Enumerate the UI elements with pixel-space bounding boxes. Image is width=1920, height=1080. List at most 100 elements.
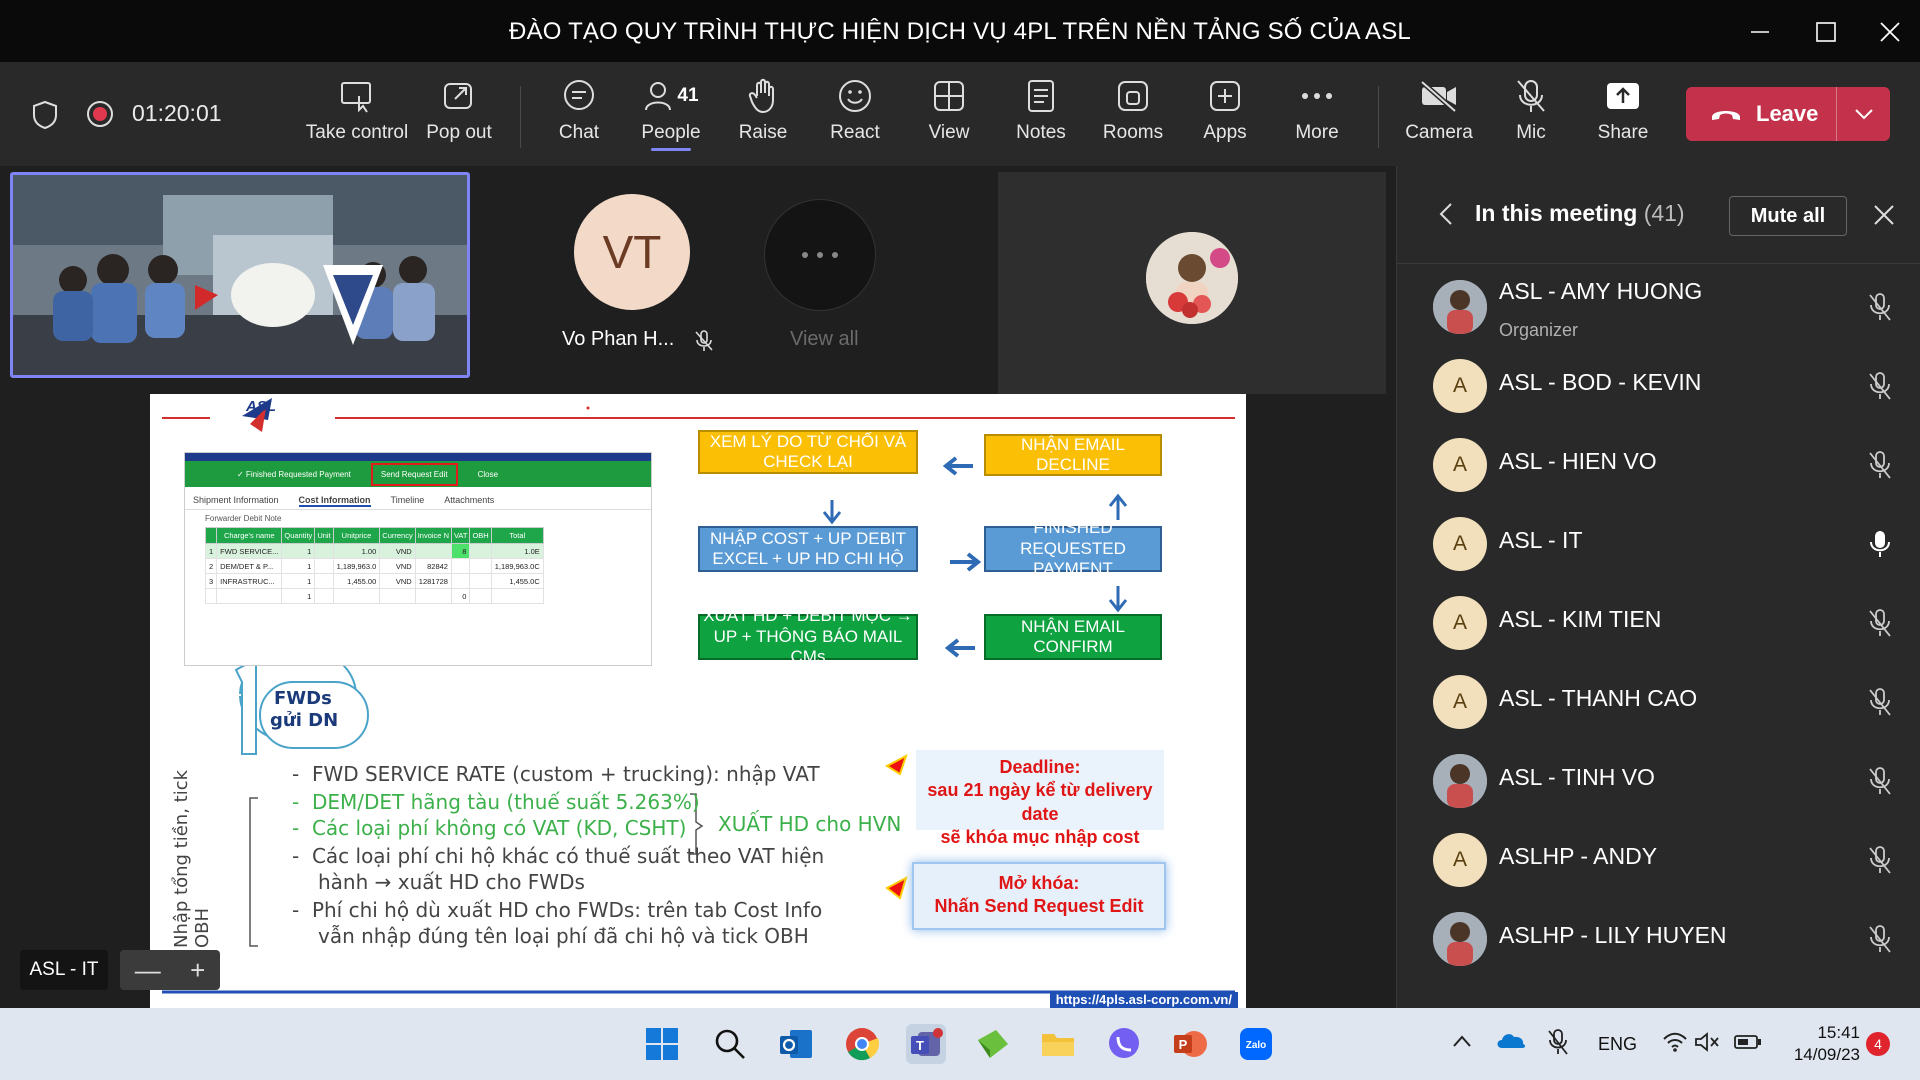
powerpoint-icon: P — [1174, 1031, 1207, 1057]
video-feed-room[interactable] — [10, 172, 470, 378]
participant-row[interactable]: ASLHP - LILY HUYEN — [1397, 900, 1920, 979]
organizer-avatar — [1146, 232, 1238, 324]
hang-up-icon — [1712, 111, 1740, 120]
tray-mic-off-icon[interactable] — [1546, 1028, 1570, 1061]
mic-on-icon[interactable] — [1867, 529, 1893, 564]
green-app[interactable] — [972, 1024, 1012, 1064]
security-shield-icon[interactable] — [32, 100, 58, 135]
mic-off-icon[interactable] — [1867, 371, 1893, 406]
camera-button[interactable]: Camera — [1394, 76, 1484, 156]
mock-table-cell — [314, 588, 334, 604]
speaker-muted-icon[interactable] — [1694, 1032, 1720, 1057]
take-control-icon — [341, 82, 371, 113]
step-line1: FWDs — [274, 688, 332, 709]
search-button[interactable] — [710, 1024, 750, 1064]
rooms-button[interactable]: Rooms — [1088, 76, 1178, 156]
take-control-button[interactable]: Take control — [306, 76, 408, 156]
view-all-label: View all — [790, 328, 859, 350]
people-button[interactable]: 41 People — [626, 76, 716, 156]
mock-table-cell — [314, 558, 334, 574]
leave-options-button[interactable] — [1837, 87, 1890, 141]
window-title: ĐÀO TẠO QUY TRÌNH THỰC HIỆN DỊCH VỤ 4PL … — [509, 18, 1411, 45]
file-explorer-app[interactable] — [1038, 1024, 1078, 1064]
view-button[interactable]: View — [904, 76, 994, 156]
raise-hand-button[interactable]: Raise — [718, 76, 808, 156]
chat-icon — [564, 80, 594, 110]
mic-off-icon[interactable] — [1867, 450, 1893, 485]
mic-off-icon[interactable] — [1867, 766, 1893, 801]
share-button[interactable]: Share — [1578, 76, 1668, 156]
video-tile-organizer[interactable] — [998, 172, 1386, 394]
wifi-icon[interactable] — [1662, 1032, 1688, 1057]
outlook-app[interactable] — [776, 1024, 816, 1064]
pop-out-button[interactable]: Pop out — [414, 76, 504, 156]
apps-button[interactable]: Apps — [1180, 76, 1270, 156]
participant-row[interactable]: A ASL - BOD - KEVIN — [1397, 347, 1920, 426]
leave-button-group: Leave — [1686, 87, 1890, 141]
close-window-button[interactable] — [1870, 12, 1910, 52]
mic-off-icon[interactable] — [1867, 845, 1893, 880]
participant-row[interactable]: A ASLHP - ANDY — [1397, 821, 1920, 900]
powerpoint-app[interactable]: P — [1170, 1024, 1210, 1064]
mock-table-row: 10 — [204, 588, 544, 604]
flow-box-nhap-cost: NHẬP COST + UP DEBIT EXCEL + UP HD CHI H… — [698, 526, 918, 572]
zoom-out-button[interactable]: — — [135, 955, 161, 986]
chat-button[interactable]: Chat — [534, 76, 624, 156]
mock-table-cell: 1281728 — [414, 573, 452, 589]
close-panel-button[interactable] — [1873, 204, 1895, 231]
zalo-app[interactable]: Zalo — [1236, 1024, 1276, 1064]
react-button[interactable]: React — [810, 76, 900, 156]
mic-off-icon[interactable] — [1867, 292, 1893, 327]
deadline-callout: Deadline: sau 21 ngày kể từ delivery dat… — [916, 750, 1164, 847]
camera-off-icon — [1420, 80, 1457, 113]
mock-table-cell — [379, 588, 416, 604]
mic-off-icon[interactable] — [1867, 687, 1893, 722]
presenter-label: ASL - IT — [20, 950, 108, 990]
add-app-icon — [1210, 81, 1240, 111]
input-language[interactable]: ENG — [1598, 1034, 1637, 1055]
participant-avatar-vt[interactable]: VT — [574, 194, 690, 310]
tray-overflow-icon[interactable] — [1452, 1034, 1472, 1053]
people-count: 41 — [677, 85, 699, 106]
maximize-button[interactable] — [1806, 12, 1846, 52]
mock-table-cell: 1 — [281, 573, 316, 589]
chevron-down-icon — [1854, 109, 1873, 120]
asl-logo: ASL — [246, 398, 276, 415]
viber-app[interactable] — [1104, 1024, 1144, 1064]
teams-app[interactable]: T — [906, 1024, 946, 1064]
avatar: A — [1433, 517, 1487, 571]
participant-row[interactable]: A ASL - HIEN VO — [1397, 426, 1920, 505]
minimize-button[interactable] — [1740, 12, 1780, 52]
mute-all-button[interactable]: Mute all — [1729, 196, 1847, 236]
participant-row[interactable]: ASL - AMY HUONG Organizer — [1397, 268, 1920, 347]
more-button[interactable]: More — [1272, 76, 1362, 156]
mock-table-cell: INFRASTRUC... — [216, 573, 283, 589]
system-clock[interactable]: 15:41 14/09/23 — [1780, 1022, 1860, 1066]
mock-table-header-cell: VAT — [450, 527, 471, 544]
chrome-app[interactable] — [842, 1024, 882, 1064]
mock-table-cell: 0 — [450, 588, 471, 604]
mock-table-cell — [490, 588, 544, 604]
participant-row[interactable]: A ASL - IT — [1397, 505, 1920, 584]
notes-button[interactable]: Notes — [996, 76, 1086, 156]
chevron-left-icon — [1439, 203, 1452, 225]
onedrive-icon[interactable] — [1496, 1030, 1526, 1055]
bullet-5-cont: vẫn nhập đúng tên loại phí đã chi hộ và … — [318, 924, 809, 948]
mic-off-icon[interactable] — [1867, 924, 1893, 959]
back-button[interactable] — [1439, 202, 1453, 231]
mic-button[interactable]: Mic — [1486, 76, 1576, 156]
mock-table-cell: 8 — [450, 543, 471, 559]
leave-button[interactable]: Leave — [1686, 87, 1836, 141]
notification-badge[interactable]: 4 — [1866, 1032, 1890, 1056]
participant-row[interactable]: ASL - TINH VO — [1397, 742, 1920, 821]
battery-icon[interactable] — [1734, 1034, 1762, 1055]
participant-row[interactable]: A ASL - THANH CAO — [1397, 663, 1920, 742]
mic-off-icon[interactable] — [1867, 608, 1893, 643]
mock-table-cell: 1 — [281, 558, 316, 574]
start-button[interactable] — [642, 1024, 682, 1064]
avatar: A — [1433, 596, 1487, 650]
view-all-button[interactable] — [764, 199, 876, 311]
zoom-in-button[interactable]: + — [190, 955, 205, 986]
participant-row[interactable]: A ASL - KIM TIEN — [1397, 584, 1920, 663]
unlock-callout: Mở khóa: Nhấn Send Request Edit — [912, 862, 1166, 930]
